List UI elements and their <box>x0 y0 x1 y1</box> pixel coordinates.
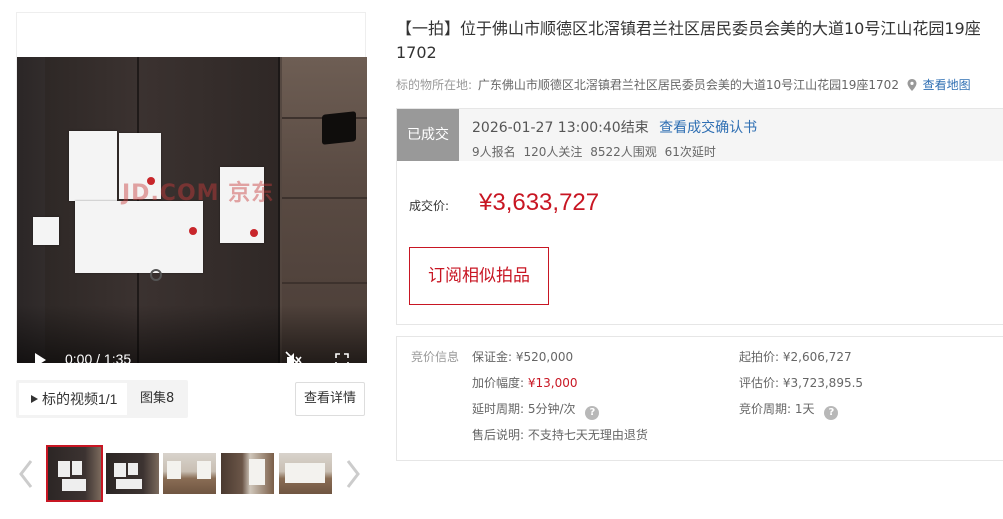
notice-paper <box>33 217 59 245</box>
starting-price-row: 起拍价: ¥2,606,727 <box>739 348 852 365</box>
chevron-left-icon[interactable] <box>18 459 34 489</box>
thumb-window <box>285 463 325 483</box>
help-icon[interactable]: ? <box>585 406 600 420</box>
extension-count: 61次延时 <box>664 145 716 159</box>
after-sale-row: 售后说明: 不支持七天无理由退货 <box>472 426 648 443</box>
seal-mark <box>250 229 258 237</box>
view-details-button[interactable]: 查看详情 <box>295 382 365 416</box>
appraisal-value: ¥3,723,895.5 <box>782 376 864 390</box>
thumb-window <box>167 461 181 479</box>
deposit-value: ¥520,000 <box>515 350 574 364</box>
chevron-right-icon[interactable] <box>345 459 361 489</box>
after-sale-label: 售后说明: <box>472 428 525 442</box>
thumb-paper <box>72 461 82 475</box>
tab-gallery[interactable]: 图集8 <box>140 383 174 415</box>
video-time: 0:00 / 1:35 <box>65 351 132 363</box>
starting-price-label: 起拍价: <box>739 350 780 364</box>
subscribe-similar-button[interactable]: 订阅相似拍品 <box>409 247 549 305</box>
help-icon[interactable]: ? <box>824 406 839 420</box>
appraisal-label: 评估价: <box>739 376 780 390</box>
thumb-paper <box>116 479 142 489</box>
mute-icon[interactable] <box>285 351 303 363</box>
bid-cycle-label: 竞价周期: <box>739 402 792 416</box>
increment-row: 加价幅度: ¥13,000 <box>472 374 578 391</box>
bid-info-heading: 竞价信息 <box>411 350 460 364</box>
auction-stats: 9人报名 120人关注 8522人围观 61次延时 <box>472 143 720 160</box>
follower-count: 120人关注 <box>523 145 583 159</box>
thumb-paper <box>114 463 126 477</box>
location-label: 标的物所在地: <box>396 78 473 92</box>
fullscreen-icon[interactable] <box>335 353 349 363</box>
thumbnail-4[interactable] <box>221 453 274 494</box>
notice-paper <box>69 131 117 201</box>
wall-line <box>282 282 367 284</box>
location-value: 广东佛山市顺德区北滘镇君兰社区居民委员会美的大道10号江山花园19座1702 <box>477 78 899 92</box>
end-time: 2026-01-27 13:00:40结束 <box>472 120 649 136</box>
final-price-value: ¥3,633,727 <box>479 189 600 216</box>
media-tabs: 标的视频1/1 图集8 <box>16 380 188 418</box>
thumb-window <box>197 461 211 479</box>
extension-period-label: 延时周期: <box>472 402 525 416</box>
thumbnail-5[interactable] <box>279 453 332 494</box>
thumb-paper <box>128 463 138 475</box>
location-row: 标的物所在地: 广东佛山市顺德区北滘镇君兰社区居民委员会美的大道10号江山花园1… <box>396 76 971 93</box>
play-icon[interactable] <box>35 353 46 363</box>
video-watermark: JD.COM 京东 <box>122 181 275 206</box>
door-knob <box>150 269 162 281</box>
status-badge: 已成交 <box>397 109 459 161</box>
video-player[interactable]: JD.COM 京东 0:00 / 1:35 <box>16 12 367 363</box>
after-sale-value: 不支持七天无理由退货 <box>527 428 648 442</box>
thumbnail-3[interactable] <box>163 453 216 494</box>
bid-cycle-row: 竞价周期: 1天 ? <box>739 400 839 420</box>
deposit-label: 保证金: <box>472 350 513 364</box>
thumbnail-2[interactable] <box>106 453 159 494</box>
wall-line <box>282 197 367 199</box>
extension-period-value: 5分钟/次 <box>527 402 576 416</box>
thumb-window <box>249 459 265 485</box>
view-map-link[interactable]: 查看地图 <box>923 78 971 92</box>
thumb-paper <box>58 461 70 477</box>
signup-count: 9人报名 <box>472 145 516 159</box>
increment-value: ¥13,000 <box>527 376 578 390</box>
increment-label: 加价幅度: <box>472 376 525 390</box>
final-price-label: 成交价: <box>409 199 450 213</box>
listing-title: 【一拍】位于佛山市顺德区北滘镇君兰社区居民委员会美的大道10号江山花园19座17… <box>396 19 981 62</box>
play-icon <box>31 395 38 403</box>
map-pin-icon <box>907 79 917 91</box>
viewer-count: 8522人围观 <box>590 145 657 159</box>
bid-info-panel: 竞价信息 保证金: ¥520,000 起拍价: ¥2,606,727 加价幅度:… <box>396 336 1003 461</box>
appraisal-row: 评估价: ¥3,723,895.5 <box>739 374 863 391</box>
deposit-row: 保证金: ¥520,000 <box>472 348 573 365</box>
starting-price-value: ¥2,606,727 <box>782 350 852 364</box>
view-confirmation-link[interactable]: 查看成交确认书 <box>659 120 757 136</box>
wall-switch-box <box>322 111 356 145</box>
extension-period-row: 延时周期: 5分钟/次 ? <box>472 400 600 420</box>
tab-video-label: 标的视频1/1 <box>42 391 118 407</box>
status-bar: 已成交 2026-01-27 13:00:40结束 查看成交确认书 9人报名 1… <box>397 109 1003 161</box>
notice-paper <box>75 201 203 273</box>
end-time-line: 2026-01-27 13:00:40结束 查看成交确认书 <box>472 117 757 137</box>
thumbnail-1[interactable] <box>46 445 103 502</box>
bid-cycle-value: 1天 <box>794 402 815 416</box>
video-frame[interactable]: JD.COM 京东 0:00 / 1:35 <box>17 57 367 363</box>
thumb-paper <box>62 479 86 491</box>
seal-mark <box>189 227 197 235</box>
tab-video[interactable]: 标的视频1/1 <box>19 383 127 415</box>
auction-status-panel: 已成交 2026-01-27 13:00:40结束 查看成交确认书 9人报名 1… <box>396 108 1003 325</box>
